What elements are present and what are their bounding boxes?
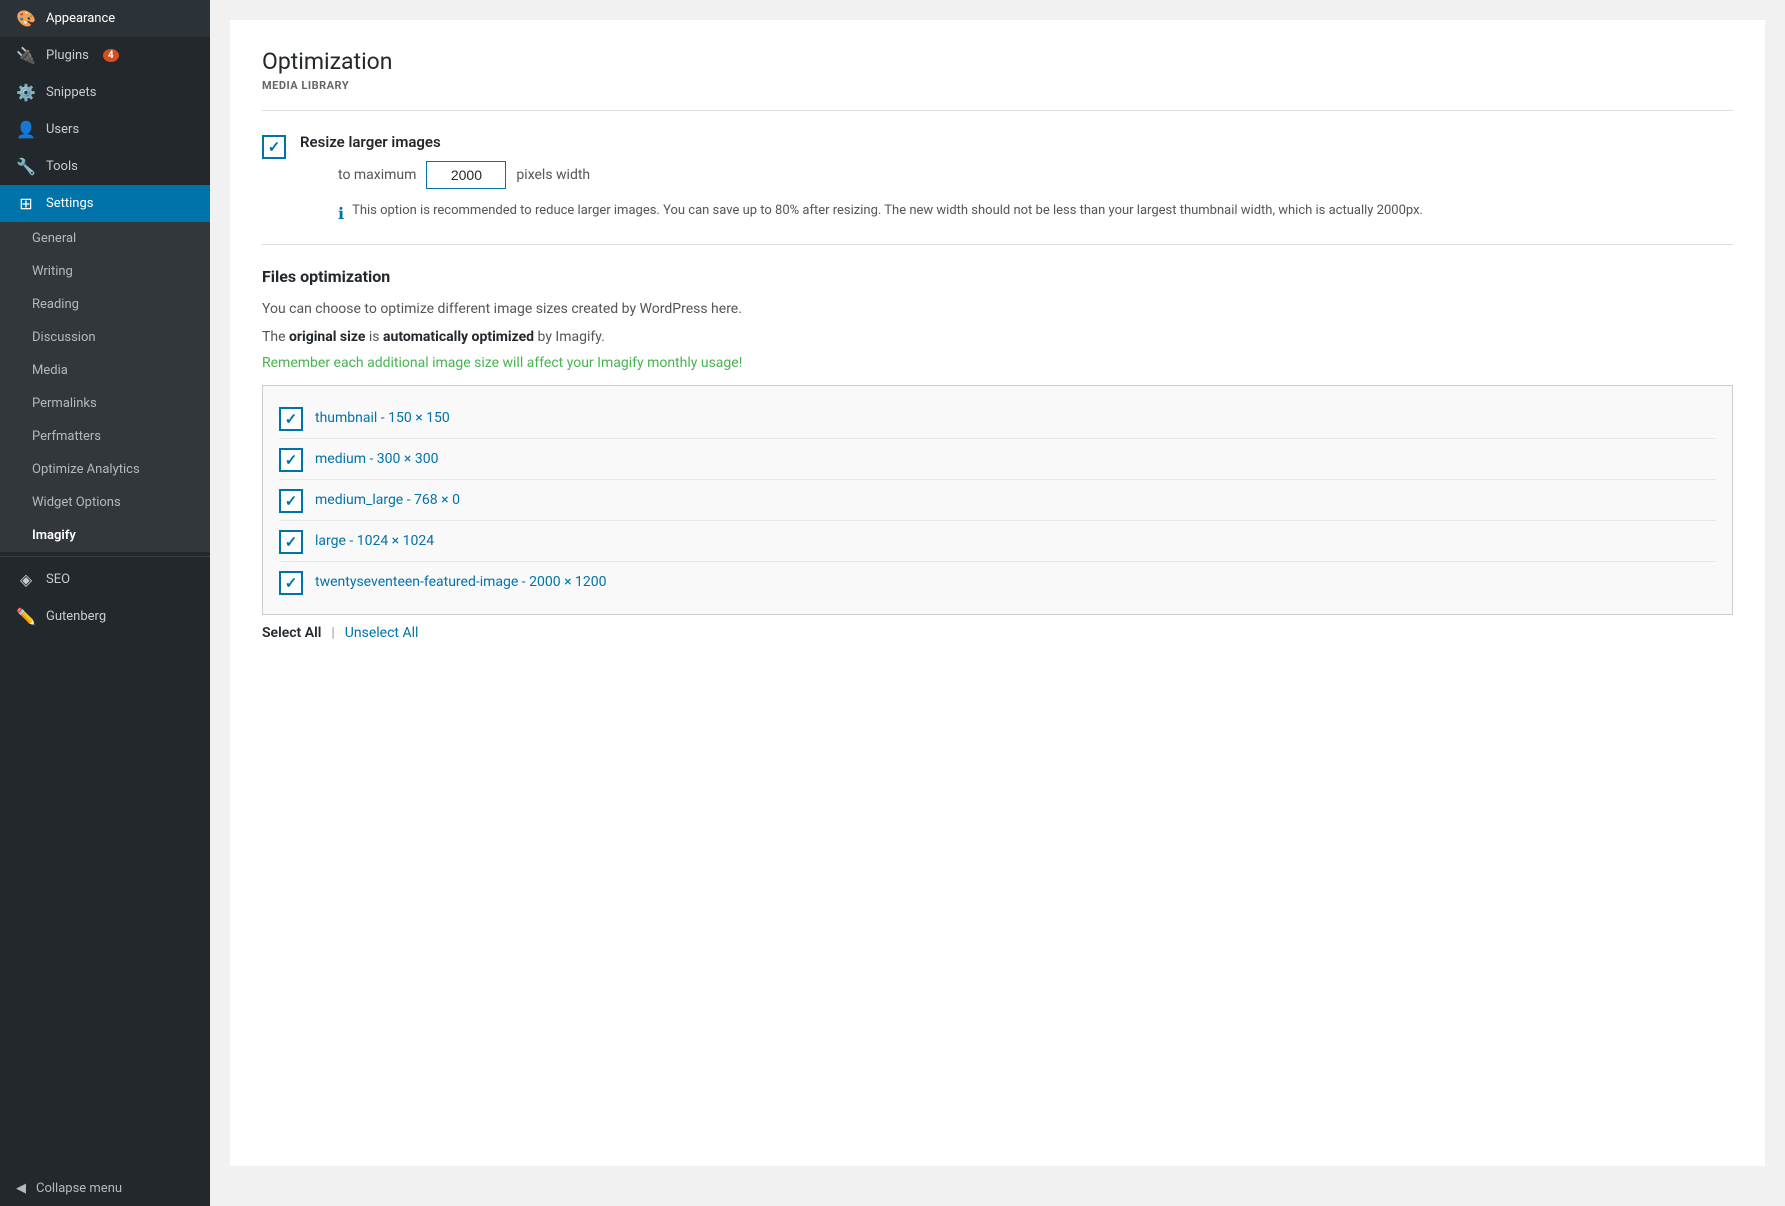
resize-info: ℹ This option is recommended to reduce l…: [338, 201, 1423, 226]
info-icon: ℹ: [338, 202, 344, 226]
check-item-thumbnail: ✓ thumbnail - 150 × 150: [279, 398, 1716, 439]
seo-icon: ◈: [16, 570, 36, 589]
checkmark-large-icon: ✓: [285, 533, 298, 551]
sidebar-item-seo[interactable]: ◈ SEO: [0, 561, 210, 598]
check-item-large: ✓ large - 1024 × 1024: [279, 521, 1716, 562]
submenu-general[interactable]: General: [0, 222, 210, 255]
sidebar-item-appearance[interactable]: 🎨 Appearance: [0, 0, 210, 37]
tools-icon: 🔧: [16, 157, 36, 176]
submenu-imagify[interactable]: Imagify: [0, 519, 210, 552]
files-warning: Remember each additional image size will…: [262, 355, 1733, 371]
auto-optimized-bold: automatically optimized: [383, 329, 534, 345]
settings-icon: ⊞: [16, 194, 36, 213]
desc2-prefix: The: [262, 329, 289, 345]
sidebar: 🎨 Appearance 🔌 Plugins 4 ⚙️ Snippets 👤 U…: [0, 0, 210, 1206]
check-label-medium: medium - 300 × 300: [315, 451, 438, 467]
resize-label: Resize larger images: [300, 133, 1423, 151]
users-icon: 👤: [16, 120, 36, 139]
pixels-width-label: pixels width: [516, 167, 590, 183]
submenu-discussion[interactable]: Discussion: [0, 321, 210, 354]
check-label-large: large - 1024 × 1024: [315, 533, 434, 549]
submenu-widget-options[interactable]: Widget Options: [0, 486, 210, 519]
plugins-icon: 🔌: [16, 46, 36, 65]
content-wrap: Optimization MEDIA LIBRARY ✓ Resize larg…: [230, 20, 1765, 1166]
original-size-bold: original size: [289, 329, 365, 345]
sidebar-item-users[interactable]: 👤 Users: [0, 111, 210, 148]
submenu-permalinks[interactable]: Permalinks: [0, 387, 210, 420]
select-row: Select All | Unselect All: [262, 625, 1733, 641]
settings-arrow-icon: ◀: [185, 197, 194, 211]
checkbox-medium[interactable]: ✓: [279, 448, 303, 472]
check-label-medium-large: medium_large - 768 × 0: [315, 492, 460, 508]
check-item-twentyseventeen: ✓ twentyseventeen-featured-image - 2000 …: [279, 562, 1716, 602]
sidebar-divider: [0, 556, 210, 557]
resize-input[interactable]: [426, 161, 506, 189]
check-item-medium: ✓ medium - 300 × 300: [279, 439, 1716, 480]
checkbox-large[interactable]: ✓: [279, 530, 303, 554]
files-desc1: You can choose to optimize different ima…: [262, 298, 1733, 320]
checkbox-thumbnail[interactable]: ✓: [279, 407, 303, 431]
page-subtitle: MEDIA LIBRARY: [262, 79, 1733, 92]
resize-row: to maximum pixels width: [338, 161, 1423, 189]
select-divider: |: [331, 625, 334, 641]
checkmark-medium-icon: ✓: [285, 451, 298, 469]
check-item-medium-large: ✓ medium_large - 768 × 0: [279, 480, 1716, 521]
to-maximum-label: to maximum: [338, 167, 416, 183]
unselect-all-link[interactable]: Unselect All: [345, 625, 419, 641]
check-label-thumbnail: thumbnail - 150 × 150: [315, 410, 450, 426]
select-all-label[interactable]: Select All: [262, 625, 321, 641]
check-label-twentyseventeen: twentyseventeen-featured-image - 2000 × …: [315, 574, 607, 590]
submenu-media[interactable]: Media: [0, 354, 210, 387]
files-desc2: The original size is automatically optim…: [262, 326, 1733, 348]
submenu-reading[interactable]: Reading: [0, 288, 210, 321]
header-divider: [262, 110, 1733, 111]
resize-checkmark-icon: ✓: [268, 138, 281, 156]
sidebar-item-tools[interactable]: 🔧 Tools: [0, 148, 210, 185]
page-title: Optimization: [262, 48, 1733, 75]
section-divider-2: [262, 244, 1733, 245]
desc2-suffix: by Imagify.: [534, 329, 605, 345]
sidebar-item-plugins[interactable]: 🔌 Plugins 4: [0, 37, 210, 74]
snippets-icon: ⚙️: [16, 83, 36, 102]
submenu-perfmatters[interactable]: Perfmatters: [0, 420, 210, 453]
collapse-icon: ◀: [16, 1181, 26, 1196]
desc2-middle: is: [365, 329, 383, 345]
settings-submenu: General Writing Reading Discussion Media…: [0, 222, 210, 552]
gutenberg-icon: ✏️: [16, 607, 36, 626]
resize-section: ✓ Resize larger images to maximum pixels…: [262, 133, 1733, 226]
appearance-icon: 🎨: [16, 9, 36, 28]
sidebar-item-snippets[interactable]: ⚙️ Snippets: [0, 74, 210, 111]
checkbox-twentyseventeen[interactable]: ✓: [279, 571, 303, 595]
collapse-menu[interactable]: ◀ Collapse menu: [0, 1171, 210, 1206]
checklist-box[interactable]: ✓ thumbnail - 150 × 150 ✓ medium - 300 ×…: [262, 385, 1733, 615]
resize-checkbox[interactable]: ✓: [262, 135, 286, 159]
checkmark-thumbnail-icon: ✓: [285, 410, 298, 428]
submenu-writing[interactable]: Writing: [0, 255, 210, 288]
checkmark-twentyseventeen-icon: ✓: [285, 574, 298, 592]
checkbox-medium-large[interactable]: ✓: [279, 489, 303, 513]
submenu-optimize-analytics[interactable]: Optimize Analytics: [0, 453, 210, 486]
sidebar-item-gutenberg[interactable]: ✏️ Gutenberg: [0, 598, 210, 635]
checkmark-medium-large-icon: ✓: [285, 492, 298, 510]
files-section-heading: Files optimization: [262, 267, 1733, 286]
sidebar-item-settings[interactable]: ⊞ Settings ◀: [0, 185, 210, 222]
files-section: Files optimization You can choose to opt…: [262, 267, 1733, 641]
main-content: Optimization MEDIA LIBRARY ✓ Resize larg…: [210, 0, 1785, 1206]
